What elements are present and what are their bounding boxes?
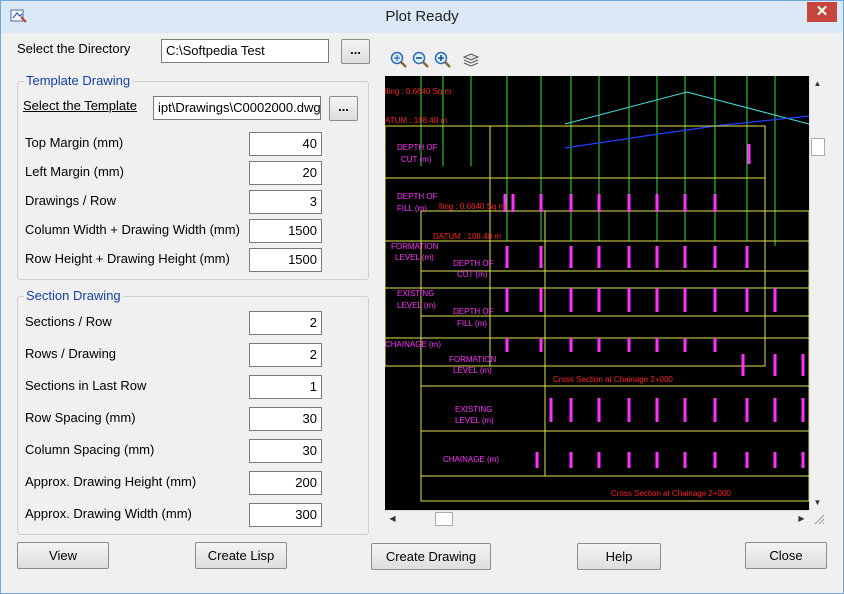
depth-cut-label-1a: DEPTH OF xyxy=(397,143,438,152)
chainage-label-1: CHAINAGE (m) xyxy=(385,340,441,349)
template-path-input[interactable]: ipt\Drawings\C0002000.dwg xyxy=(153,96,321,120)
chainage-label-2: CHAINAGE (m) xyxy=(443,455,499,464)
section-drawing-title: Section Drawing xyxy=(24,288,123,303)
column-spacing-label: Column Spacing (mm) xyxy=(25,442,155,457)
top-margin-input[interactable]: 40 xyxy=(249,132,322,156)
view-button[interactable]: View xyxy=(17,542,109,569)
sections-last-row-label: Sections in Last Row xyxy=(25,378,147,393)
select-template-label: Select the Template xyxy=(23,98,137,113)
create-drawing-button[interactable]: Create Drawing xyxy=(371,543,491,570)
title-bar: Plot Ready ✕ xyxy=(1,1,843,33)
drawings-per-row-input[interactable]: 3 xyxy=(249,190,322,214)
zoom-extents-icon[interactable] xyxy=(389,50,409,70)
layers-icon[interactable] xyxy=(461,50,481,70)
preview-horizontal-scrollbar[interactable]: ◀ ▶ xyxy=(385,510,809,527)
sections-per-row-label: Sections / Row xyxy=(25,314,112,329)
drawing-height-input[interactable]: 200 xyxy=(249,471,322,495)
drawing-preview[interactable]: lling : 0.6640 Sq m ATUM : 108.40 m DEPT… xyxy=(385,76,809,510)
directory-input[interactable]: C:\Softpedia Test xyxy=(161,39,329,63)
rows-per-drawing-input[interactable]: 2 xyxy=(249,343,322,367)
directory-browse-button[interactable]: ... xyxy=(341,39,370,64)
rows-per-drawing-label: Rows / Drawing xyxy=(25,346,117,361)
zoom-out-icon[interactable] xyxy=(411,50,431,70)
scroll-down-icon[interactable]: ▼ xyxy=(810,495,825,510)
template-drawing-title: Template Drawing xyxy=(24,73,133,88)
create-lisp-button[interactable]: Create Lisp xyxy=(195,542,287,569)
column-width-input[interactable]: 1500 xyxy=(249,219,322,243)
depth-fill-label-1a: DEPTH OF xyxy=(397,192,438,201)
depth-cut-label-2a: DEPTH OF xyxy=(453,259,494,268)
datum-label-mid: DATUM : 108.40 m xyxy=(433,232,501,241)
column-width-label: Column Width + Drawing Width (mm) xyxy=(25,222,240,237)
depth-fill-label-2b: FILL (m) xyxy=(457,319,487,328)
row-height-input[interactable]: 1500 xyxy=(249,248,322,272)
scroll-right-icon[interactable]: ▶ xyxy=(794,511,809,526)
preview-vertical-scrollbar[interactable]: ▲ ▼ xyxy=(809,76,826,510)
cross-section-title-1: Cross Section at Chainage 2+000 xyxy=(553,375,673,384)
existing-label-1b: LEVEL (m) xyxy=(397,301,436,310)
window-title: Plot Ready xyxy=(385,8,459,25)
formation-label-2b: LEVEL (m) xyxy=(453,366,492,375)
help-button[interactable]: Help xyxy=(577,543,661,570)
area-label-top: lling : 0.6640 Sq m xyxy=(385,87,452,96)
left-margin-label: Left Margin (mm) xyxy=(25,164,124,179)
drawing-width-label: Approx. Drawing Width (mm) xyxy=(25,506,192,521)
plot-ready-window: Plot Ready ✕ Select the Directory C:\Sof… xyxy=(0,0,844,594)
formation-label-1b: LEVEL (m) xyxy=(395,253,434,262)
cross-section-title-2: Cross Section at Chainage 2+000 xyxy=(611,489,731,498)
scroll-left-icon[interactable]: ◀ xyxy=(385,511,400,526)
scroll-up-icon[interactable]: ▲ xyxy=(810,76,825,91)
left-margin-input[interactable]: 20 xyxy=(249,161,322,185)
window-close-button[interactable]: ✕ xyxy=(807,2,837,22)
drawing-height-label: Approx. Drawing Height (mm) xyxy=(25,474,197,489)
section-frames xyxy=(385,125,809,502)
drawing-width-input[interactable]: 300 xyxy=(249,503,322,527)
existing-label-1a: EXISTING xyxy=(397,289,434,298)
area-label-mid: lling : 0.6640 Sq m xyxy=(439,202,506,211)
top-margin-label: Top Margin (mm) xyxy=(25,135,124,150)
sections-per-row-input[interactable]: 2 xyxy=(249,311,322,335)
resize-grip-icon[interactable] xyxy=(813,513,825,525)
ground-profile xyxy=(564,115,809,149)
drawings-per-row-label: Drawings / Row xyxy=(25,193,117,208)
preview-toolbar xyxy=(387,48,487,74)
row-height-label: Row Height + Drawing Height (mm) xyxy=(25,251,230,266)
formation-label-1a: FORMATION xyxy=(391,242,439,251)
depth-cut-label-1b: CUT (m) xyxy=(401,155,432,164)
formation-label-2a: FORMATION xyxy=(449,355,497,364)
cad-labels: lling : 0.6640 Sq m ATUM : 108.40 m DEPT… xyxy=(385,87,731,498)
existing-label-2b: LEVEL (m) xyxy=(455,416,494,425)
row-spacing-input[interactable]: 30 xyxy=(249,407,322,431)
existing-label-2a: EXISTING xyxy=(455,405,492,414)
close-button[interactable]: Close xyxy=(745,542,827,569)
horizontal-scroll-thumb[interactable] xyxy=(435,512,453,526)
value-ticks xyxy=(503,144,805,468)
depth-cut-label-2b: CUT (m) xyxy=(457,270,488,279)
datum-label-top: ATUM : 108.40 m xyxy=(385,116,447,125)
cad-drawing: lling : 0.6640 Sq m ATUM : 108.40 m DEPT… xyxy=(385,76,809,502)
row-spacing-label: Row Spacing (mm) xyxy=(25,410,136,425)
column-spacing-input[interactable]: 30 xyxy=(249,439,322,463)
template-browse-button[interactable]: ... xyxy=(329,96,358,121)
road-profile xyxy=(564,91,809,125)
depth-fill-label-1b: FILL (m) xyxy=(397,204,427,213)
sections-last-row-input[interactable]: 1 xyxy=(249,375,322,399)
zoom-in-icon[interactable] xyxy=(433,50,453,70)
directory-label: Select the Directory xyxy=(17,41,131,56)
vertical-scroll-thumb[interactable] xyxy=(811,138,825,156)
depth-fill-label-2a: DEPTH OF xyxy=(453,307,494,316)
